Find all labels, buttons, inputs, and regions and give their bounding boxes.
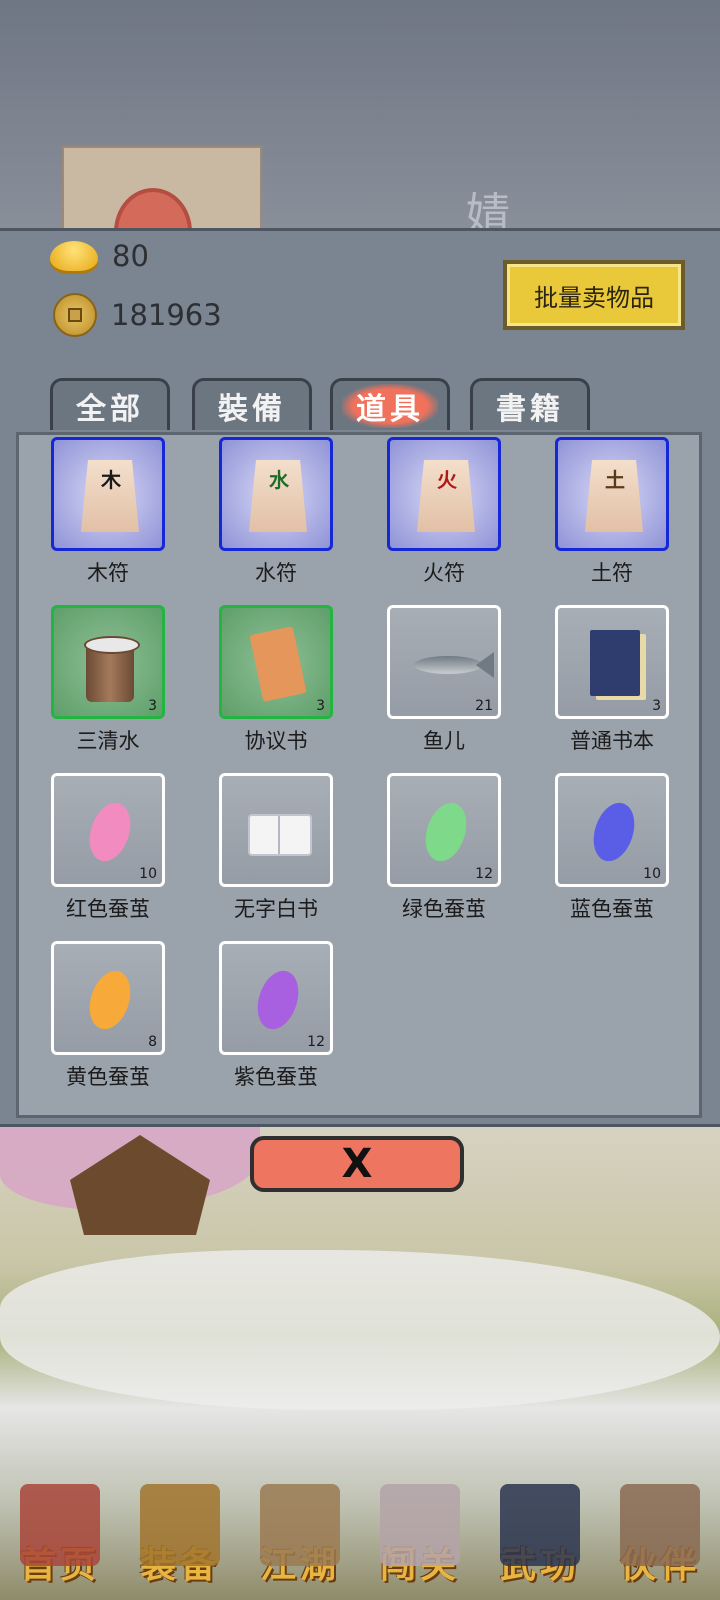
book-icon [590, 630, 640, 696]
scroll-map-icon [260, 1484, 340, 1566]
item-name: 绿色蚕茧 [402, 897, 486, 921]
item-quantity: 10 [139, 866, 157, 882]
inventory-item[interactable]: 12 绿色蚕茧 [369, 773, 519, 923]
tab-label: 全部 [76, 391, 144, 427]
inventory-item[interactable]: 3 普通书本 [537, 605, 687, 755]
close-button[interactable]: X [250, 1136, 464, 1192]
item-slot[interactable]: 21 [387, 605, 501, 719]
inventory-item[interactable]: 水水符 [201, 437, 351, 587]
item-name: 蓝色蚕茧 [570, 897, 654, 921]
item-name: 水符 [255, 561, 297, 585]
inventory-item[interactable]: 12 紫色蚕茧 [201, 941, 351, 1091]
talisman-glyph: 土 [605, 468, 625, 492]
item-quantity: 21 [475, 698, 493, 714]
item-slot[interactable]: 火 [387, 437, 501, 551]
item-name: 土符 [591, 561, 633, 585]
inventory-item[interactable]: 木木符 [33, 437, 183, 587]
crossed-swords-icon [380, 1484, 460, 1566]
item-slot[interactable]: 3 [555, 605, 669, 719]
bulk-sell-button[interactable]: 批量卖物品 [503, 260, 685, 330]
cocoon-icon [82, 965, 138, 1035]
item-name: 木符 [87, 561, 129, 585]
item-slot[interactable] [219, 773, 333, 887]
inventory-item[interactable]: 土土符 [537, 437, 687, 587]
fish-tail [476, 652, 494, 678]
tab-label: 道具 [342, 383, 438, 428]
bucket-water [84, 636, 140, 654]
copper-coin-icon [53, 293, 97, 337]
martial-book-icon [500, 1484, 580, 1566]
item-slot[interactable]: 12 [219, 941, 333, 1055]
tab-books[interactable]: 書籍 [470, 378, 590, 430]
nav-item[interactable]: 武功 [485, 1450, 595, 1600]
nav-item[interactable]: 闯关 [365, 1450, 475, 1600]
inventory-item[interactable]: 10 蓝色蚕茧 [537, 773, 687, 923]
item-quantity: 10 [643, 866, 661, 882]
open-book-icon [248, 814, 312, 856]
inventory-item[interactable]: 21 鱼儿 [369, 605, 519, 755]
talisman-glyph: 木 [101, 468, 121, 492]
item-quantity: 3 [316, 698, 325, 714]
home-pavilion-icon [20, 1484, 100, 1566]
item-name: 黄色蚕茧 [66, 1065, 150, 1089]
tab-equipment[interactable]: 裝備 [192, 378, 312, 430]
partners-icon [620, 1484, 700, 1566]
item-slot[interactable]: 3 [219, 605, 333, 719]
item-slot[interactable]: 水 [219, 437, 333, 551]
tab-label: 書籍 [496, 391, 564, 427]
ingot-resource: 80 [50, 239, 149, 273]
item-name: 三清水 [76, 729, 140, 753]
fish-icon [414, 656, 482, 674]
item-quantity: 3 [652, 698, 661, 714]
item-slot[interactable]: 12 [387, 773, 501, 887]
inventory-item[interactable]: 火火符 [369, 437, 519, 587]
ingot-count: 80 [112, 239, 149, 273]
item-quantity: 12 [307, 1034, 325, 1050]
gold-ingot-icon [50, 241, 98, 271]
item-grid: 木木符水水符火火符土土符 3 三清水 3 协议书 21 鱼儿 3 普通书本 10 红色蚕茧 无字白书 1… [16, 432, 702, 1118]
item-slot[interactable]: 10 [51, 773, 165, 887]
item-slot[interactable]: 8 [51, 941, 165, 1055]
item-slot[interactable]: 10 [555, 773, 669, 887]
item-slot[interactable]: 土 [555, 437, 669, 551]
cocoon-icon [82, 797, 138, 867]
contract-scroll-icon [249, 626, 307, 702]
nav-item[interactable]: 江湖 [245, 1450, 355, 1600]
item-quantity: 12 [475, 866, 493, 882]
cocoon-icon [250, 965, 306, 1035]
item-quantity: 3 [148, 698, 157, 714]
cocoon-icon [586, 797, 642, 867]
item-name: 火符 [423, 561, 465, 585]
item-name: 红色蚕茧 [66, 897, 150, 921]
item-name: 鱼儿 [423, 729, 465, 753]
item-name: 紫色蚕茧 [234, 1065, 318, 1089]
tab-label: 裝備 [218, 391, 286, 427]
item-quantity: 8 [148, 1034, 157, 1050]
coin-resource: 181963 [50, 293, 222, 337]
inventory-item[interactable]: 3 协议书 [201, 605, 351, 755]
cocoon-icon [418, 797, 474, 867]
inventory-item[interactable]: 10 红色蚕茧 [33, 773, 183, 923]
tab-all[interactable]: 全部 [50, 378, 170, 430]
tab-items[interactable]: 道具 [330, 378, 450, 430]
item-name: 无字白书 [234, 897, 318, 921]
armor-icon [140, 1484, 220, 1566]
item-name: 普通书本 [570, 729, 654, 753]
inventory-item[interactable]: 3 三清水 [33, 605, 183, 755]
inventory-item[interactable]: 无字白书 [201, 773, 351, 923]
coin-count: 181963 [111, 298, 222, 332]
nav-item[interactable]: 装备 [125, 1450, 235, 1600]
bottom-navigation: 首页装备江湖闯关武功伙伴 [0, 1445, 720, 1600]
item-name: 协议书 [244, 729, 308, 753]
nav-item[interactable]: 首页 [5, 1450, 115, 1600]
talisman-glyph: 火 [437, 468, 457, 492]
item-slot[interactable]: 木 [51, 437, 165, 551]
inventory-item[interactable]: 8 黄色蚕茧 [33, 941, 183, 1091]
item-slot[interactable]: 3 [51, 605, 165, 719]
talisman-glyph: 水 [269, 468, 289, 492]
nav-item[interactable]: 伙伴 [605, 1450, 715, 1600]
